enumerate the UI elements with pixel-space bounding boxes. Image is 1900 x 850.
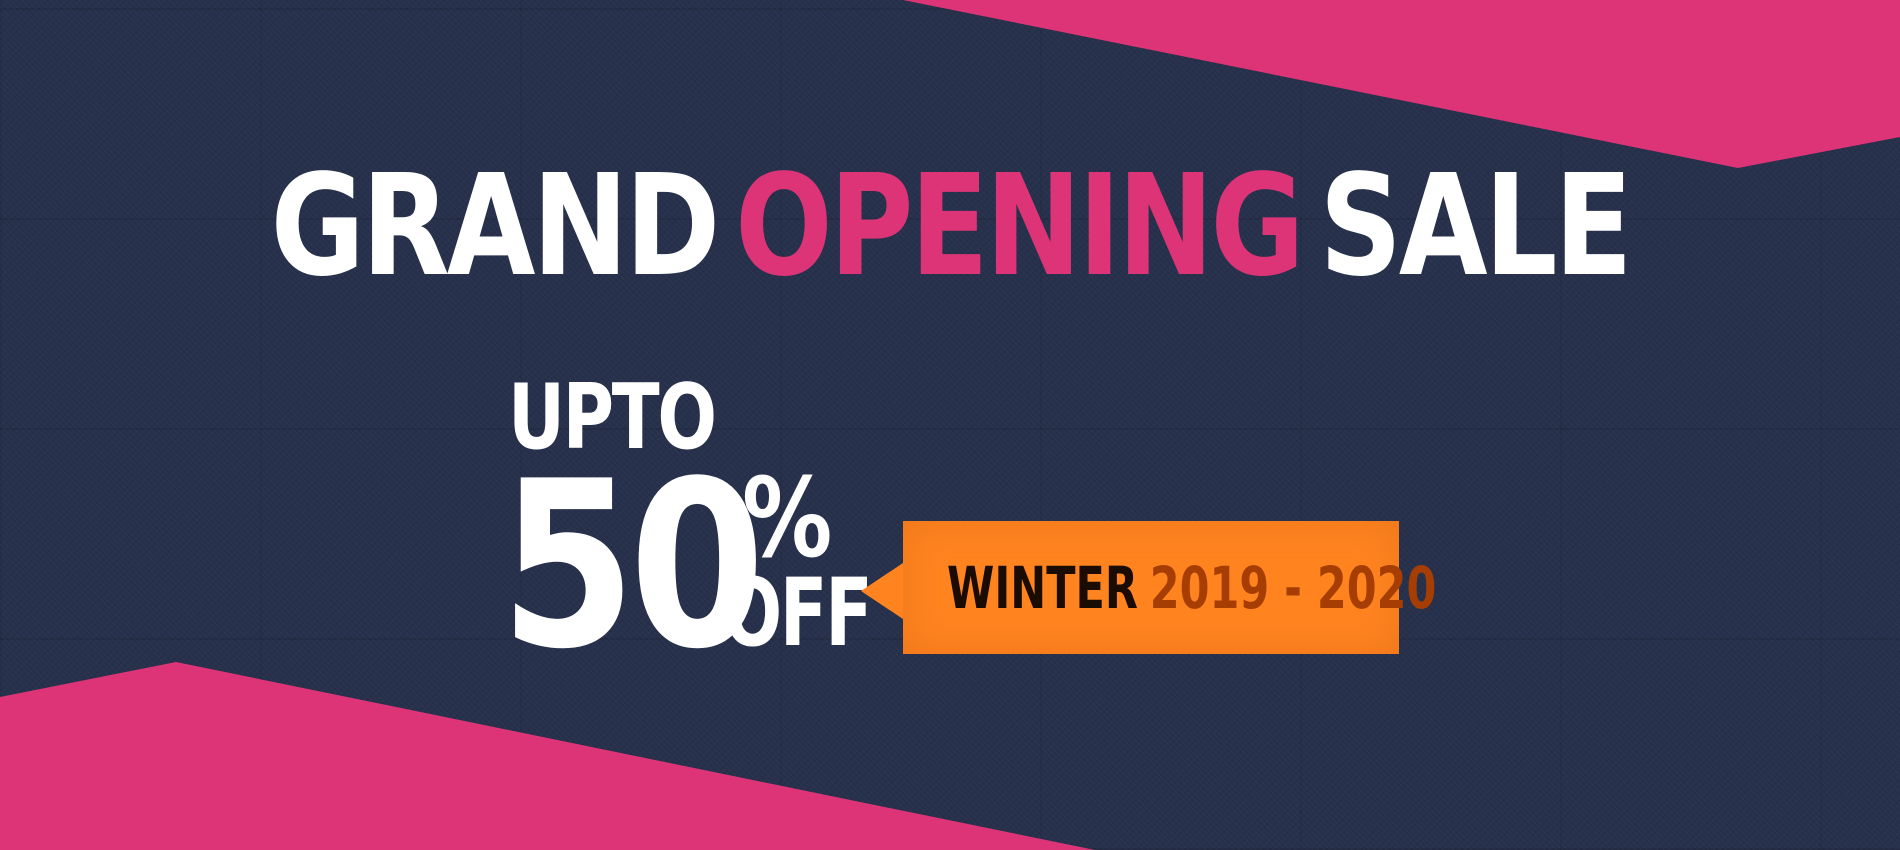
tag-years: 2019 - 2020 xyxy=(1149,554,1437,622)
tag-pointer xyxy=(861,563,903,619)
season-tag: WINTER 2019 - 2020 xyxy=(861,521,1436,654)
headline-word-sale: SALE xyxy=(1319,145,1632,308)
sale-banner: GRAND OPENING SALE UPTO 50 % OFF WINTER 201… xyxy=(0,0,1900,850)
headline: GRAND OPENING SALE xyxy=(171,152,1729,302)
tag-text: WINTER 2019 - 2020 xyxy=(947,557,1436,619)
headline-word-grand: GRAND xyxy=(270,145,721,308)
top-right-pink-shape xyxy=(903,0,1900,168)
discount-amount: 50 xyxy=(500,433,765,700)
tag-season: WINTER xyxy=(947,554,1138,622)
off-label: OFF xyxy=(723,559,873,668)
percent-sign: % xyxy=(742,454,833,582)
headline-word-opening: OPENING xyxy=(735,145,1305,308)
background-shapes xyxy=(0,0,1900,850)
